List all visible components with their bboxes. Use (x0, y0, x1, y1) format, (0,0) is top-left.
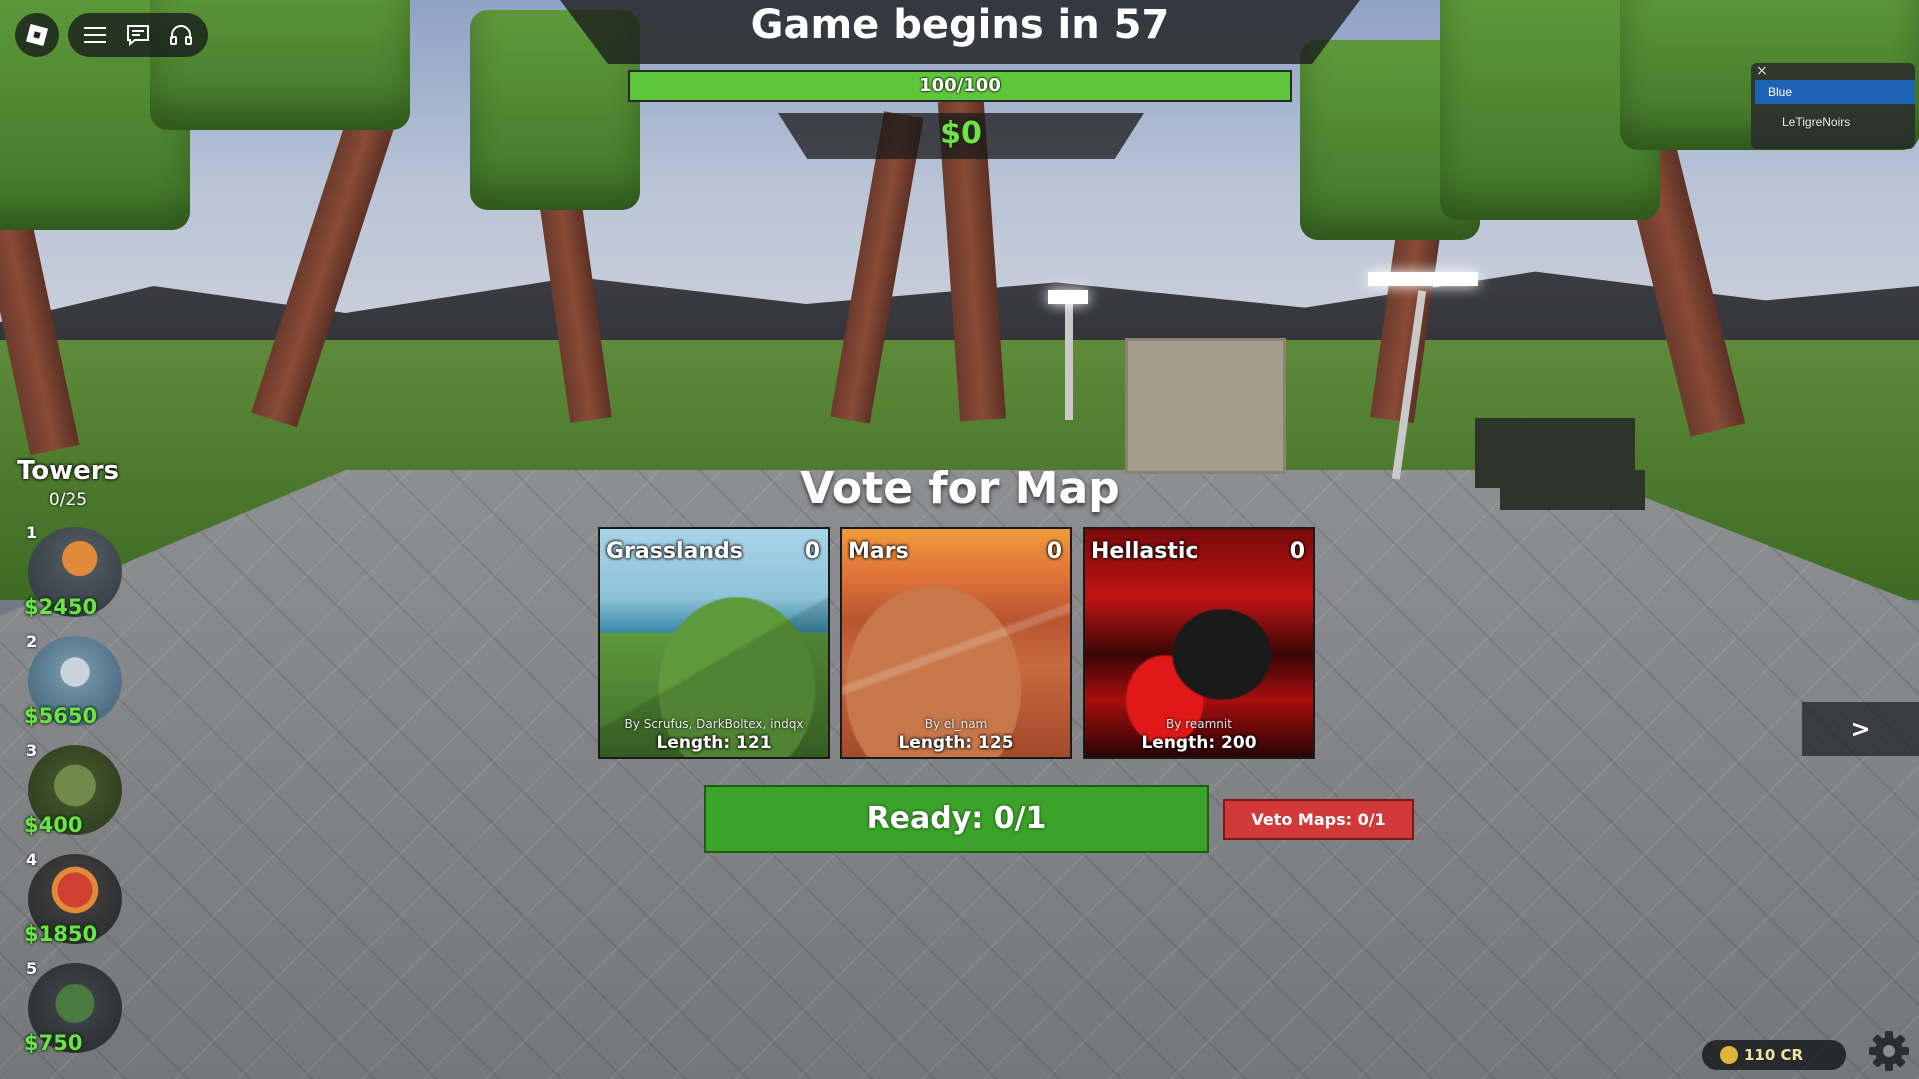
map-name: Mars (848, 539, 909, 564)
map-name: Grasslands (606, 539, 743, 564)
tower-slot-number: 1 (26, 523, 38, 542)
base-health-bar: 100/100 (628, 70, 1292, 102)
roblox-logo-icon (25, 23, 49, 47)
map-vote-count: 0 (1046, 539, 1062, 564)
lamp-post (1065, 300, 1073, 420)
map-card-mars[interactable]: Mars 0 By el_nam Length: 125 (840, 527, 1072, 759)
headphones-icon[interactable] (166, 20, 196, 50)
tower-slot-5[interactable]: 5 $750 (14, 959, 124, 1064)
tower-slot-number: 4 (26, 850, 38, 869)
tower-slot-number: 5 (26, 959, 38, 978)
close-icon[interactable]: × (1756, 63, 1768, 79)
tower-price: $2450 (24, 595, 98, 619)
pallet-stack (1500, 470, 1645, 510)
ready-button[interactable]: Ready: 0/1 (704, 785, 1209, 853)
hamburger-menu-icon[interactable] (80, 20, 110, 50)
player-name[interactable]: LeTigreNoirs (1782, 115, 1850, 129)
tower-slot-1[interactable]: 1 $2450 (14, 523, 124, 628)
tower-slot-4[interactable]: 4 $1850 (14, 850, 124, 955)
crate (1125, 338, 1286, 474)
map-length: Length: 200 (1141, 733, 1257, 753)
tower-price: $1850 (24, 922, 98, 946)
towers-title: Towers (16, 456, 120, 486)
tower-slot-number: 3 (26, 741, 38, 760)
map-author: By el_nam (924, 717, 988, 731)
map-vote-count: 0 (804, 539, 820, 564)
map-length: Length: 121 (656, 733, 772, 753)
team-player-list: × Blue LeTigreNoirs (1751, 63, 1915, 149)
map-vote-count: 0 (1289, 539, 1305, 564)
tower-slot-number: 2 (26, 632, 38, 651)
topbar-menu (68, 13, 208, 57)
map-card-grasslands[interactable]: Grasslands 0 By Scrufus, DarkBoltex, ind… (598, 527, 830, 759)
chat-icon[interactable] (123, 20, 153, 50)
roblox-menu-button[interactable] (15, 13, 59, 57)
towers-count: 0/25 (48, 490, 88, 510)
game-timer-title: Game begins in 57 (750, 2, 1170, 48)
map-author: By Scrufus, DarkBoltex, indqx (624, 717, 804, 731)
lamp-light (1368, 272, 1478, 286)
cash-amount: $0 (940, 116, 982, 151)
credits-display[interactable]: 110 CR (1702, 1040, 1846, 1070)
tower-price: $400 (24, 813, 83, 837)
health-text: 100/100 (919, 75, 1001, 96)
lamp-light (1048, 290, 1088, 304)
tower-slot-3[interactable]: 3 $400 (14, 741, 124, 846)
tower-slot-2[interactable]: 2 $5650 (14, 632, 124, 737)
veto-maps-button[interactable]: Veto Maps: 0/1 (1223, 799, 1414, 840)
gear-icon[interactable] (1866, 1028, 1912, 1074)
next-arrow-button[interactable]: > (1802, 702, 1919, 756)
vote-title: Vote for Map (800, 463, 1120, 514)
coin-icon (1720, 1046, 1738, 1064)
map-author: By reamnit (1166, 717, 1232, 731)
map-length: Length: 125 (898, 733, 1014, 753)
tower-price: $750 (24, 1031, 83, 1055)
map-name: Hellastic (1091, 539, 1199, 564)
credits-amount: 110 CR (1744, 1046, 1804, 1064)
team-name: Blue (1755, 80, 1915, 104)
map-card-hellastic[interactable]: Hellastic 0 By reamnit Length: 200 (1083, 527, 1315, 759)
tower-price: $5650 (24, 704, 98, 728)
